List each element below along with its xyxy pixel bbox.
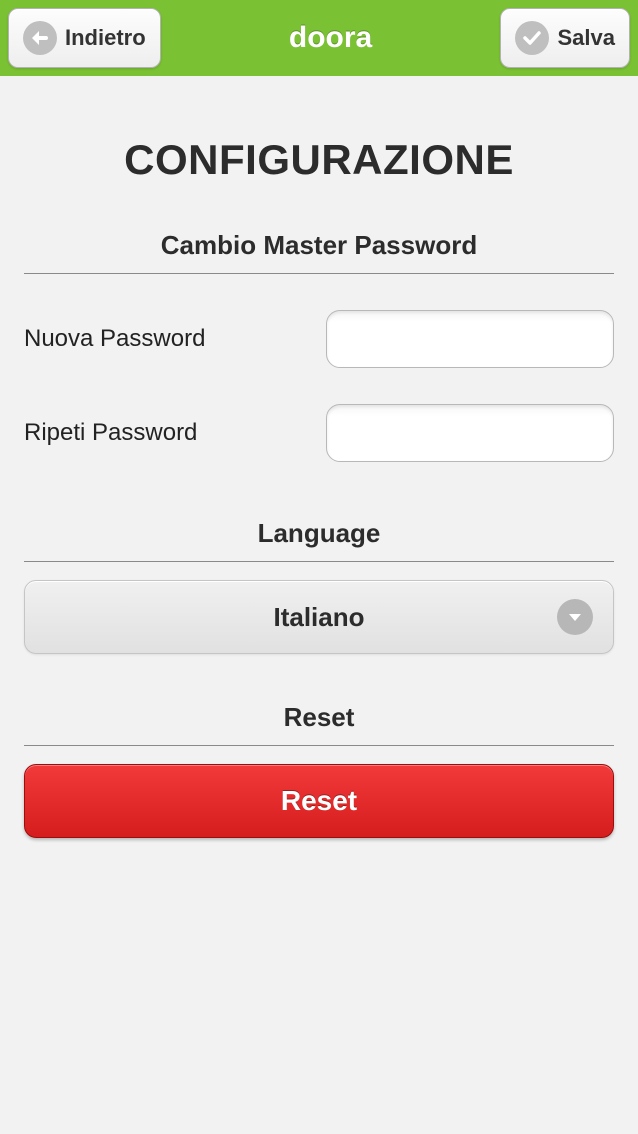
divider (24, 561, 614, 562)
save-button[interactable]: Salva (500, 8, 630, 68)
new-password-label: Nuova Password (24, 325, 205, 353)
page-title: CONFIGURAZIONE (24, 136, 614, 184)
new-password-input[interactable] (326, 310, 614, 368)
reset-button-label: Reset (281, 785, 357, 817)
language-section: Language Italiano (24, 518, 614, 654)
language-select[interactable]: Italiano (24, 580, 614, 654)
back-button-label: Indietro (65, 25, 146, 51)
repeat-password-input[interactable] (326, 404, 614, 462)
password-section: Cambio Master Password Nuova Password Ri… (24, 230, 614, 462)
language-section-title: Language (24, 518, 614, 561)
back-button[interactable]: Indietro (8, 8, 161, 68)
check-icon (515, 21, 549, 55)
save-button-label: Salva (557, 25, 615, 51)
chevron-down-icon (557, 599, 593, 635)
reset-section: Reset Reset (24, 702, 614, 838)
language-select-value: Italiano (273, 602, 364, 633)
reset-button[interactable]: Reset (24, 764, 614, 838)
password-section-title: Cambio Master Password (24, 230, 614, 273)
app-title: doora (289, 21, 372, 55)
content-area: CONFIGURAZIONE Cambio Master Password Nu… (0, 136, 638, 838)
divider (24, 273, 614, 274)
new-password-row: Nuova Password (24, 310, 614, 368)
divider (24, 745, 614, 746)
repeat-password-row: Ripeti Password (24, 404, 614, 462)
repeat-password-label: Ripeti Password (24, 419, 197, 447)
reset-section-title: Reset (24, 702, 614, 745)
header-bar: Indietro doora Salva (0, 0, 638, 76)
back-icon (23, 21, 57, 55)
